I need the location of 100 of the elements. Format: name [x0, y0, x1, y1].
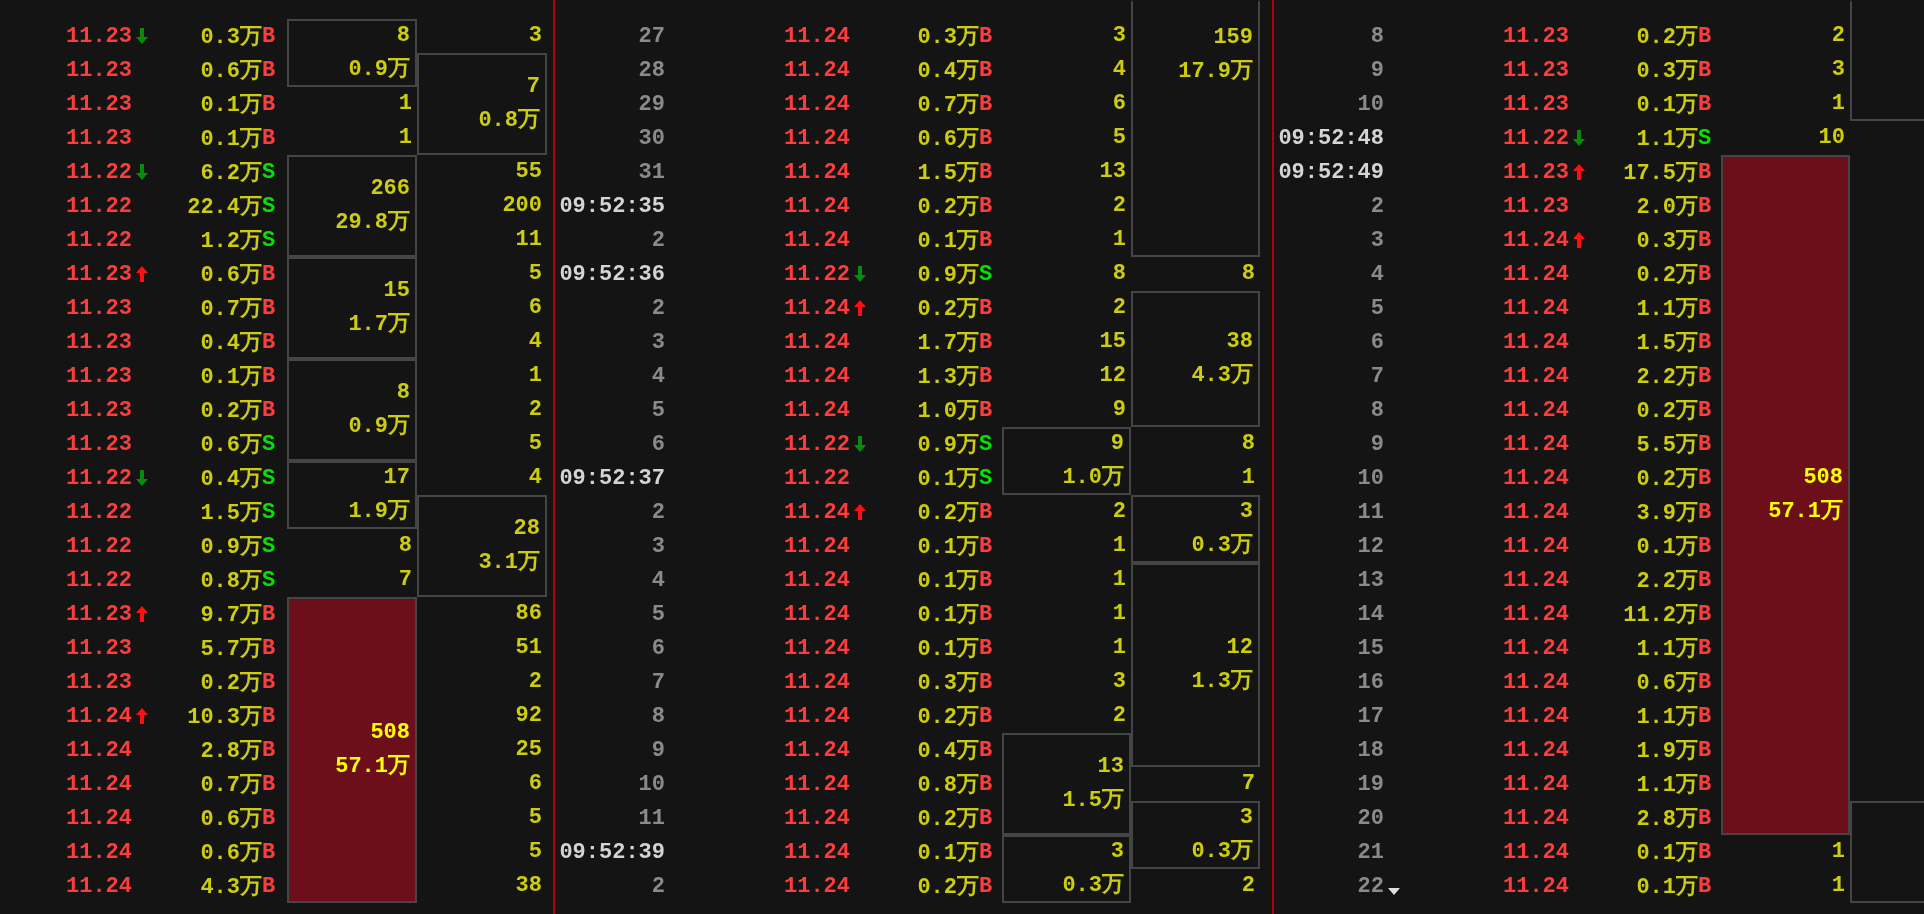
price-cell: 11.23: [66, 601, 132, 627]
trade-side-cell: B: [979, 57, 993, 83]
group-count: 508: [1803, 464, 1843, 492]
count-cell-text: 10: [1818, 124, 1845, 152]
time-cell: 20: [1357, 805, 1384, 831]
price-cell: 11.23: [66, 261, 132, 287]
count-cell-text: 55: [515, 158, 542, 186]
count-cell-text: 5: [1112, 124, 1126, 152]
group-amount: 0.3万: [1191, 532, 1253, 560]
count-cell-text: 8: [1241, 260, 1255, 288]
volume-cell-text: 0.2万: [917, 806, 979, 833]
price-cell: 11.23: [66, 363, 132, 389]
trade-side-cell: B: [1698, 533, 1712, 559]
group-amount: 0.9万: [348, 56, 410, 84]
price-cell: 11.24: [1503, 431, 1569, 457]
count-cell-text: 2: [1112, 702, 1126, 730]
time-cell: 14: [1357, 601, 1384, 627]
trade-side-cell: B: [979, 839, 993, 865]
trade-side-cell: B: [1698, 193, 1712, 219]
price-cell: 11.24: [1503, 261, 1569, 287]
price-cell: 11.22: [66, 499, 132, 525]
time-cell: 9: [1370, 431, 1384, 457]
trade-side-cell: B: [1698, 805, 1712, 831]
volume-cell-text: 0.8万: [200, 568, 262, 595]
count-cell-text: 9: [1112, 396, 1126, 424]
volume-cell-text: 0.1万: [200, 364, 262, 391]
count-cell-text: 6: [528, 770, 542, 798]
count-cell-text: 7: [1241, 770, 1255, 798]
price-cell: 11.24: [784, 567, 850, 593]
count-cell-text: 86: [515, 600, 542, 628]
price-cell: 11.22: [66, 567, 132, 593]
trade-side-cell: S: [262, 533, 276, 559]
price-cell: 11.22: [784, 431, 850, 457]
price-cell: 11.23: [66, 397, 132, 423]
group-amount: 1.5万: [1062, 787, 1124, 815]
trade-side-cell: B: [979, 397, 993, 423]
time-cell: 22: [1357, 873, 1384, 899]
volume-cell-text: 1.3万: [917, 364, 979, 391]
volume-cell-text: 1.5万: [1636, 330, 1698, 357]
count-cell-text: 3: [1112, 22, 1126, 50]
volume-cell-text: 1.1万: [1636, 636, 1698, 663]
volume-cell-text: 0.6万: [200, 262, 262, 289]
volume-cell-text: 11.2万: [1623, 602, 1698, 629]
price-cell: 11.24: [784, 737, 850, 763]
trade-side-cell: B: [979, 329, 993, 355]
volume-cell-text: 0.1万: [917, 840, 979, 867]
trade-side-cell: B: [1698, 873, 1712, 899]
volume-cell-text: 1.1万: [1636, 126, 1698, 153]
time-cell: 16: [1357, 669, 1384, 695]
group-count: 8: [396, 379, 410, 407]
volume-cell-text: 0.1万: [917, 636, 979, 663]
count-cell-text: 92: [515, 702, 542, 730]
count-cell-text: 3: [1112, 668, 1126, 696]
volume-cell-text: 0.2万: [200, 398, 262, 425]
trade-side-cell: B: [262, 125, 276, 151]
volume-cell-text: 0.2万: [1636, 262, 1698, 289]
group-amount: 0.3万: [1191, 838, 1253, 866]
trade-side-cell: B: [979, 873, 993, 899]
time-cell: 09:52:48: [1278, 125, 1384, 151]
price-cell: 11.24: [1503, 703, 1569, 729]
trade-side-cell: S: [262, 465, 276, 491]
price-cell: 11.24: [784, 703, 850, 729]
volume-cell-text: 0.7万: [200, 296, 262, 323]
trade-side-cell: B: [262, 57, 276, 83]
price-cell: 11.24: [1503, 873, 1569, 899]
trade-side-cell: B: [1698, 57, 1712, 83]
volume-cell-text: 0.1万: [917, 568, 979, 595]
price-cell: 11.24: [784, 125, 850, 151]
caret-icon[interactable]: [1388, 887, 1400, 896]
trade-side-cell: B: [1698, 669, 1712, 695]
group-count: 266: [370, 175, 410, 203]
trade-side-cell: B: [1698, 635, 1712, 661]
volume-cell-text: 0.2万: [200, 670, 262, 697]
group-amount: 0.3万: [1062, 872, 1124, 900]
count-cell-text: 1: [1241, 464, 1255, 492]
volume-cell-text: 2.8万: [200, 738, 262, 765]
count-cell-text: 5: [528, 804, 542, 832]
count-cell-text: 1: [1112, 532, 1126, 560]
trade-side-cell: S: [262, 193, 276, 219]
volume-cell-text: 0.1万: [1636, 874, 1698, 901]
volume-cell-text: 0.3万: [1636, 58, 1698, 85]
time-cell: 3: [651, 533, 665, 559]
volume-cell-text: 4.3万: [200, 874, 262, 901]
trade-side-cell: B: [262, 669, 276, 695]
trade-side-cell: B: [262, 261, 276, 287]
price-cell: 11.24: [1503, 805, 1569, 831]
time-cell: 4: [651, 363, 665, 389]
time-cell: 10: [1357, 91, 1384, 117]
price-cell: 11.24: [66, 873, 132, 899]
time-cell: 09:52:37: [559, 465, 665, 491]
volume-cell-text: 0.2万: [917, 194, 979, 221]
price-cell: 11.22: [66, 159, 132, 185]
price-cell: 11.24: [1503, 635, 1569, 661]
trade-side-cell: B: [1698, 703, 1712, 729]
time-cell: 5: [651, 397, 665, 423]
price-cell: 11.24: [784, 499, 850, 525]
time-cell: 3: [651, 329, 665, 355]
group-amount: 3.1万: [478, 549, 540, 577]
count-cell-text: 1: [1112, 226, 1126, 254]
price-cell: 11.23: [66, 23, 132, 49]
